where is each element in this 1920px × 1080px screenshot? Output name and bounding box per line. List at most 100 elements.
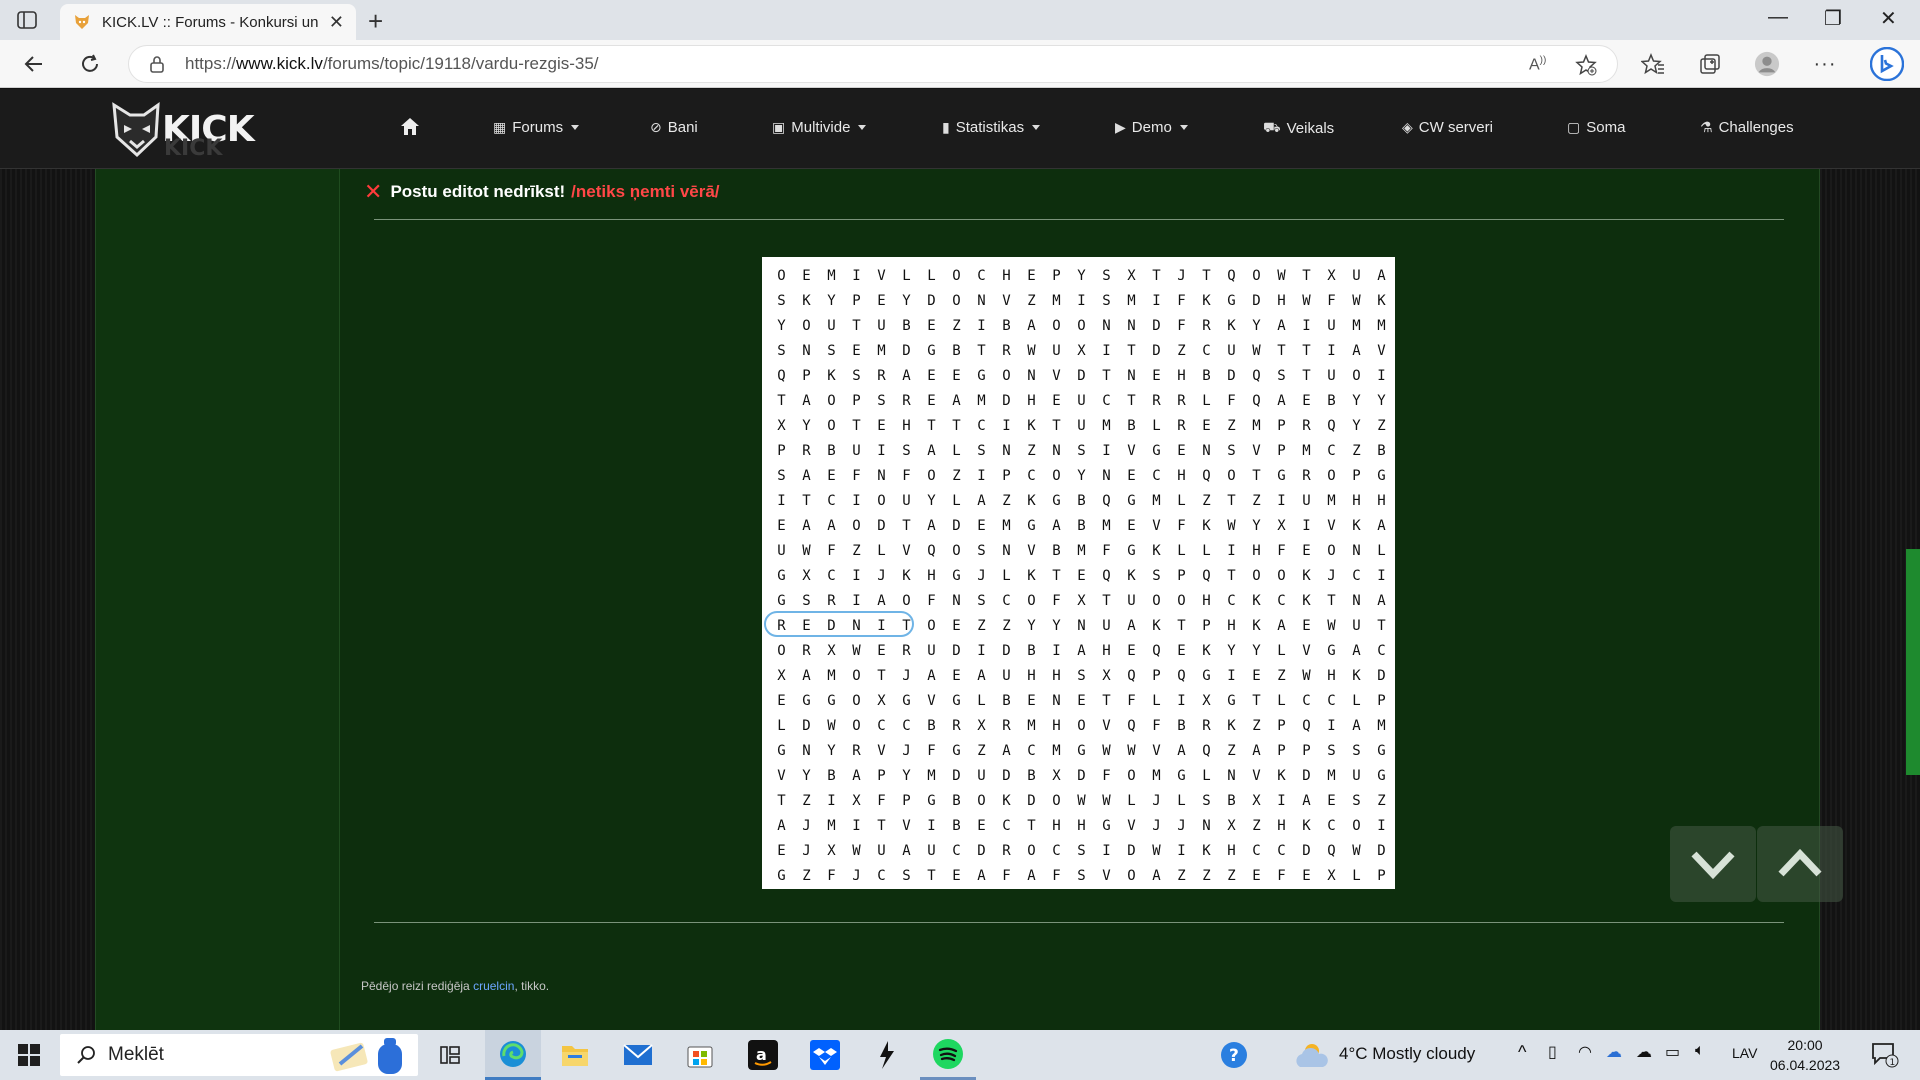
profile-avatar-icon[interactable] — [1754, 51, 1780, 77]
tray-cloud-icon[interactable]: ☁ — [1636, 1042, 1652, 1062]
puzzle-letter: N — [1127, 367, 1136, 384]
file-explorer-icon[interactable] — [547, 1030, 603, 1080]
tab-actions-icon[interactable] — [16, 9, 38, 31]
spotify-app-icon[interactable] — [920, 1030, 976, 1080]
address-bar[interactable]: https://www.kick.lv/forums/topic/19118/v… — [128, 45, 1618, 83]
scroll-up-button[interactable] — [1757, 826, 1843, 902]
weather-cloud-icon[interactable] — [1287, 1030, 1335, 1080]
tray-device-icon[interactable]: ▯ — [1548, 1042, 1557, 1062]
puzzle-letter: E — [952, 867, 961, 884]
tray-chevron-up-icon[interactable]: ^ — [1518, 1042, 1526, 1063]
tray-language[interactable]: LAV — [1732, 1045, 1757, 1061]
weather-text[interactable]: 4°C Mostly cloudy — [1339, 1044, 1475, 1064]
task-view-icon[interactable] — [422, 1030, 478, 1080]
taskbar-search-box[interactable]: Meklēt — [60, 1034, 418, 1076]
nav-forums[interactable]: ▦ Forums — [493, 119, 580, 136]
puzzle-letter: O — [927, 617, 936, 634]
new-tab-button[interactable]: + — [368, 6, 383, 37]
puzzle-letter: P — [852, 392, 861, 409]
page-scrollbar[interactable] — [1906, 549, 1920, 775]
editor-user-link[interactable]: cruelcin — [473, 979, 514, 993]
puzzle-letter: L — [1352, 692, 1361, 709]
puzzle-letter: K — [1352, 667, 1361, 684]
puzzle-letter: T — [977, 342, 986, 359]
scroll-down-button[interactable] — [1670, 826, 1756, 902]
close-window-icon[interactable]: ✕ — [1880, 6, 1897, 31]
puzzle-row: LDWOCCBRXRMHOVQFBRKZPQIAM — [762, 713, 1395, 738]
microsoft-store-icon[interactable] — [672, 1030, 728, 1080]
puzzle-letter: D — [1002, 392, 1011, 409]
edge-app-icon[interactable] — [485, 1030, 541, 1080]
puzzle-letter: S — [1352, 742, 1361, 759]
winamp-app-icon[interactable] — [858, 1030, 914, 1080]
puzzle-letter: T — [1027, 817, 1036, 834]
refresh-icon[interactable] — [76, 50, 104, 78]
amazon-app-icon[interactable]: a — [735, 1030, 791, 1080]
lock-icon[interactable] — [147, 54, 167, 74]
puzzle-letter: I — [1077, 292, 1086, 309]
tray-volume-icon[interactable]: 🔈︎ — [1695, 1042, 1705, 1060]
puzzle-row: SAEFNFOZIPCOYNECHQOTGROPG — [762, 463, 1395, 488]
tray-battery-icon[interactable]: ▭ — [1665, 1042, 1680, 1062]
puzzle-letter: T — [877, 667, 886, 684]
notifications-icon[interactable]: 1 — [1860, 1030, 1910, 1080]
nav-demo[interactable]: ▶ Demo — [1115, 119, 1188, 136]
puzzle-letter: K — [1027, 417, 1036, 434]
puzzle-letter: Z — [1352, 442, 1361, 459]
tray-wifi-icon[interactable]: ◠ — [1578, 1042, 1592, 1062]
puzzle-letter: B — [827, 442, 836, 459]
puzzle-letter: D — [902, 342, 911, 359]
puzzle-letter: U — [927, 642, 936, 659]
nav-challenges[interactable]: ⚗ Challenges — [1700, 119, 1794, 136]
tab-close-icon[interactable]: ✕ — [329, 12, 344, 33]
help-icon[interactable]: ? — [1206, 1030, 1262, 1080]
puzzle-row: YOUTUBEZIBAOONNDFRKYAIUMM — [762, 313, 1395, 338]
puzzle-letter: A — [1377, 267, 1386, 284]
puzzle-letter: O — [852, 717, 861, 734]
back-icon[interactable] — [20, 50, 48, 78]
puzzle-letter: I — [1152, 292, 1161, 309]
maximize-window-icon[interactable]: ❐ — [1824, 6, 1842, 31]
puzzle-letter: L — [1002, 567, 1011, 584]
puzzle-letter: D — [1152, 317, 1161, 334]
dropbox-app-icon[interactable] — [797, 1030, 853, 1080]
puzzle-letter: D — [1377, 667, 1386, 684]
minimize-window-icon[interactable]: — — [1768, 6, 1788, 29]
more-options-icon[interactable]: ··· — [1812, 51, 1838, 77]
nav-bani[interactable]: ⊘ Bani — [650, 119, 698, 136]
add-favorite-icon[interactable] — [1575, 46, 1597, 84]
nav-cw-serveri[interactable]: ◈ CW serveri — [1402, 119, 1493, 136]
puzzle-letter: E — [1252, 667, 1261, 684]
collections-icon[interactable] — [1697, 51, 1723, 77]
puzzle-letter: J — [902, 667, 911, 684]
tray-onedrive-icon[interactable]: ☁ — [1606, 1042, 1622, 1062]
puzzle-letter: Z — [952, 467, 961, 484]
puzzle-letter: X — [1102, 667, 1111, 684]
kick-logo[interactable]: KICK KICK — [108, 97, 290, 163]
puzzle-letter: A — [1302, 792, 1311, 809]
nav-soma[interactable]: ▢ Soma — [1567, 119, 1625, 136]
puzzle-letter: S — [827, 342, 836, 359]
nav-multivide[interactable]: ▣ Multivide — [772, 119, 867, 136]
puzzle-letter: P — [1277, 717, 1286, 734]
read-aloud-icon[interactable]: A)) — [1529, 46, 1546, 84]
nav-home-icon[interactable] — [400, 117, 420, 136]
puzzle-letter: R — [1302, 417, 1311, 434]
puzzle-letter: E — [952, 617, 961, 634]
puzzle-letter: P — [1377, 692, 1386, 709]
favorites-icon[interactable] — [1640, 51, 1666, 77]
taskbar-clock[interactable]: 20:00 06.04.2023 — [1770, 1035, 1840, 1075]
puzzle-letter: F — [877, 792, 886, 809]
bing-copilot-icon[interactable] — [1870, 47, 1904, 81]
nav-veikals[interactable]: ⛟ Veikals — [1263, 119, 1334, 138]
puzzle-letter: Y — [1252, 517, 1261, 534]
puzzle-letter: K — [1152, 617, 1161, 634]
puzzle-letter: W — [1302, 292, 1311, 309]
mail-app-icon[interactable] — [610, 1030, 666, 1080]
puzzle-letter: V — [927, 692, 936, 709]
puzzle-letter: S — [877, 392, 886, 409]
nav-statistikas[interactable]: ▮ Statistikas — [942, 119, 1041, 136]
browser-tab-active[interactable]: KICK.LV :: Forums - Konkursi un p ✕ — [60, 4, 356, 40]
puzzle-letter: R — [802, 442, 811, 459]
windows-start-icon[interactable] — [18, 1044, 40, 1071]
